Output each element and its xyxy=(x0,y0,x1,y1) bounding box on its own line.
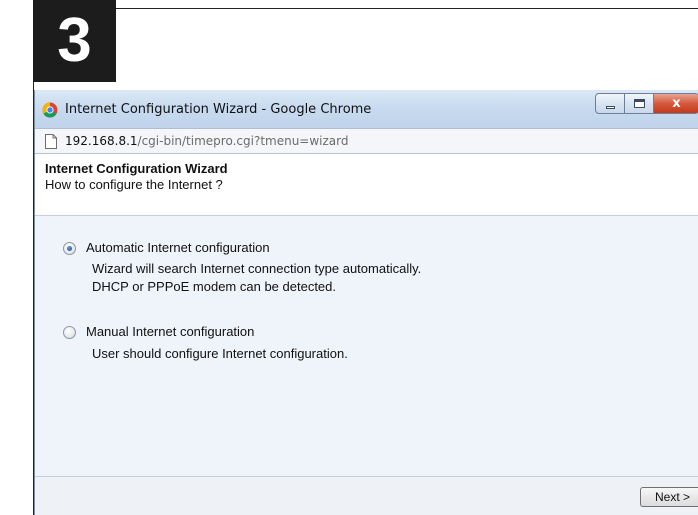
step-number-badge: 3 xyxy=(33,0,116,82)
wizard-options-panel: Automatic Internet configuration Wizard … xyxy=(35,216,698,477)
manual-config-label[interactable]: Manual Internet configuration xyxy=(86,324,254,339)
wizard-footer: Next > xyxy=(35,477,698,515)
close-icon: x xyxy=(672,96,681,111)
minimize-icon xyxy=(605,105,615,109)
window-title: Internet Configuration Wizard - Google C… xyxy=(65,102,372,117)
manual-config-description: User should configure Internet configura… xyxy=(92,346,348,361)
url-path: /cgi-bin/timepro.cgi?tmenu=wizard xyxy=(137,134,349,148)
maximize-button[interactable] xyxy=(624,93,654,114)
url-host: 192.168.8.1 xyxy=(65,134,138,148)
chrome-icon xyxy=(42,102,58,118)
address-bar[interactable]: 192.168.8.1/cgi-bin/timepro.cgi?tmenu=wi… xyxy=(35,128,698,154)
url-text[interactable]: 192.168.8.1/cgi-bin/timepro.cgi?tmenu=wi… xyxy=(65,134,349,148)
wizard-title: Internet Configuration Wizard xyxy=(45,161,228,176)
manual-config-radio[interactable] xyxy=(63,326,76,339)
browser-window: Internet Configuration Wizard - Google C… xyxy=(34,90,698,515)
guide-line-top xyxy=(116,8,698,9)
close-button[interactable]: x xyxy=(653,93,698,114)
minimize-button[interactable] xyxy=(595,93,625,114)
next-button[interactable]: Next > xyxy=(640,487,698,507)
wizard-subtitle: How to configure the Internet ? xyxy=(45,177,223,192)
automatic-config-label[interactable]: Automatic Internet configuration xyxy=(86,240,270,255)
maximize-icon xyxy=(633,99,645,108)
wizard-header: Internet Configuration Wizard How to con… xyxy=(35,154,698,216)
automatic-config-description-line-1: Wizard will search Internet connection t… xyxy=(92,261,422,276)
automatic-config-description-line-2: DHCP or PPPoE modem can be detected. xyxy=(92,279,336,294)
automatic-config-radio[interactable] xyxy=(63,242,76,255)
page-icon xyxy=(45,134,57,149)
window-titlebar[interactable]: Internet Configuration Wizard - Google C… xyxy=(35,90,698,128)
